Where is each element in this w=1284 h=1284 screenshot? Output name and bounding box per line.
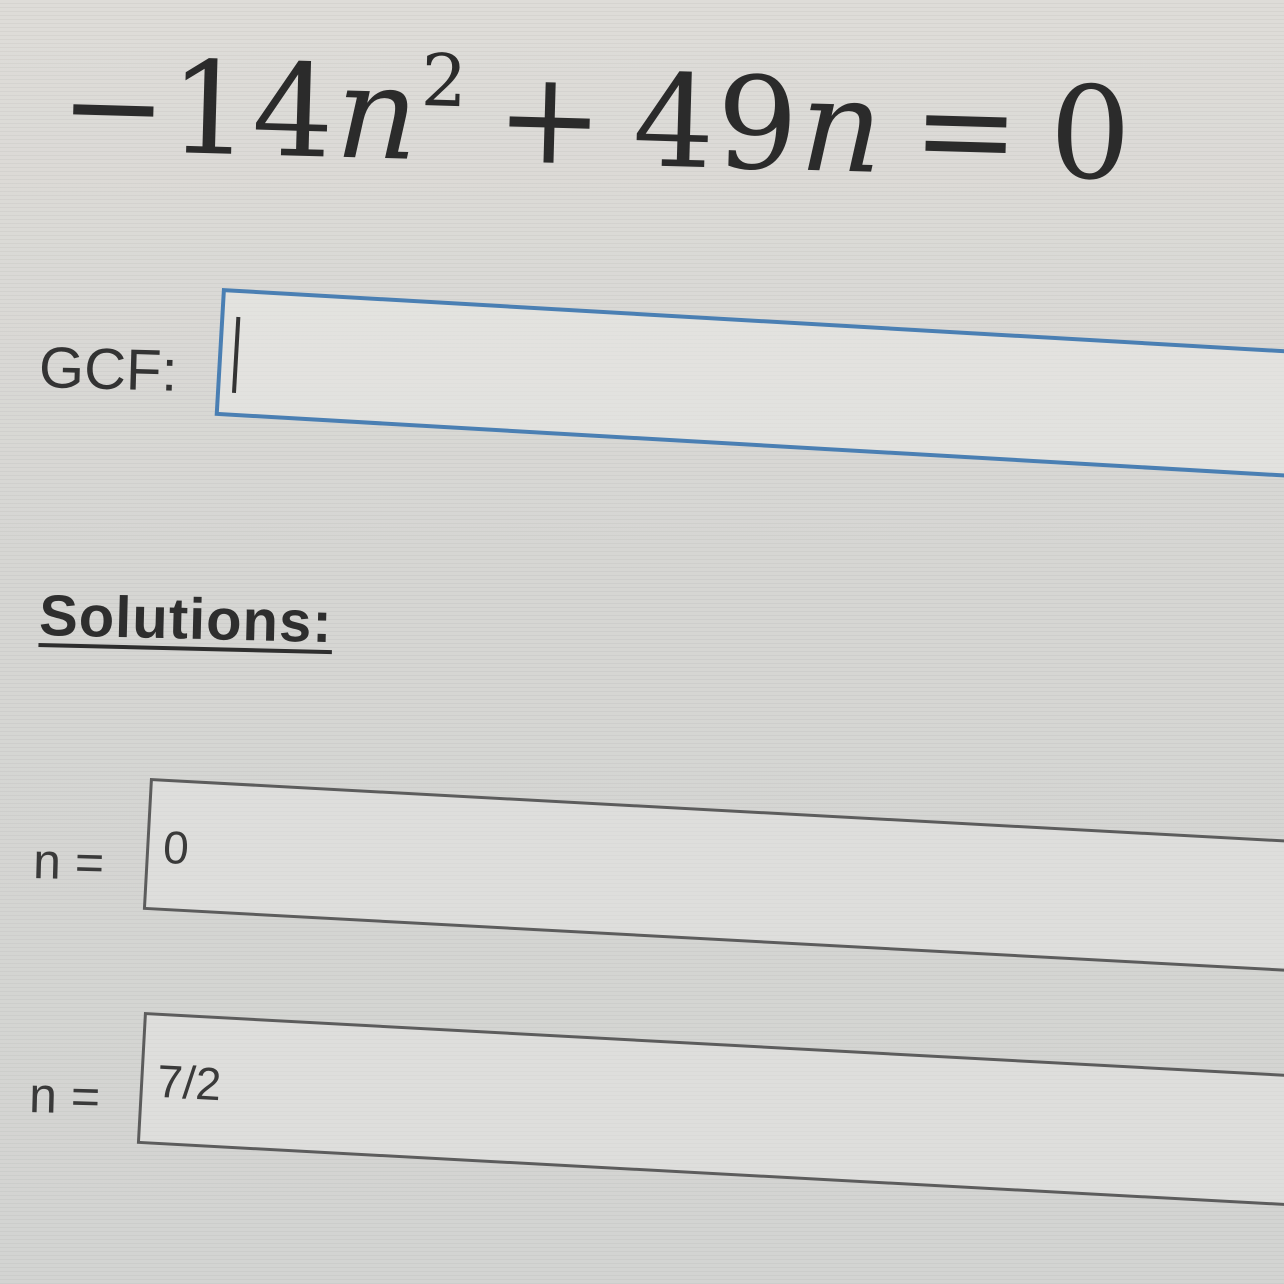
- equation-exponent: 2: [420, 38, 471, 124]
- equation-rhs: 0: [1047, 58, 1136, 210]
- equation-coefficient-1: 14: [166, 34, 338, 188]
- solution-1-value: 0: [161, 820, 191, 875]
- equation-sign: −: [57, 30, 172, 183]
- solution-2-label: n =: [28, 1066, 101, 1125]
- equation-equals: =: [910, 54, 1024, 207]
- solutions-heading: Solutions:: [38, 582, 334, 656]
- equation-plus: +: [493, 43, 608, 196]
- solution-1-label: n =: [32, 832, 105, 891]
- equation-coefficient-2: 49: [631, 47, 803, 201]
- equation: −14n2 +49n = 0: [58, 28, 1135, 210]
- equation-variable-1: n: [333, 38, 423, 191]
- equation-variable-2: n: [797, 51, 887, 203]
- text-caret: [231, 316, 241, 393]
- gcf-label: GCF:: [38, 334, 179, 404]
- solution-2-value: 7/2: [155, 1054, 223, 1111]
